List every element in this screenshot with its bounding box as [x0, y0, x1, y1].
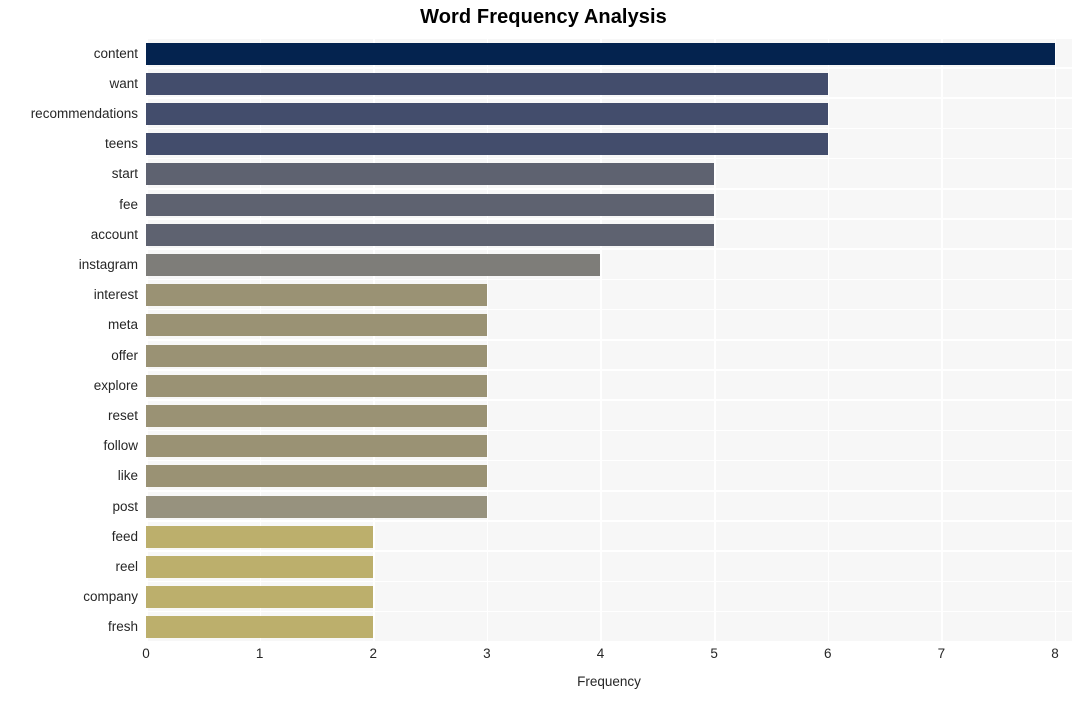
word-frequency-chart: Word Frequency Analysis content want recom…: [0, 0, 1087, 701]
y-axis-label-reel: reel: [115, 559, 138, 574]
bar-row-separator: [146, 97, 1072, 99]
y-axis-labels: content want recommendations teens start fee a…: [0, 37, 138, 641]
bar-row-separator: [146, 278, 1072, 281]
bar-row-separator: [146, 369, 1072, 371]
y-axis-label-company: company: [83, 589, 138, 605]
y-axis-label-recommendations: recommendations: [30, 106, 138, 121]
bar-row-separator: [146, 550, 1072, 552]
bar-row-separator: [146, 308, 1072, 311]
y-axis-label-instagram: instagram: [78, 257, 138, 272]
bar-row-separator: [146, 157, 1072, 160]
x-axis-tick-8: 8: [1051, 646, 1059, 661]
y-axis-label-teens: teens: [104, 136, 138, 152]
y-axis-label-explore: explore: [93, 377, 138, 393]
bar-row-separator: [146, 127, 1072, 130]
bar-company: [146, 586, 374, 609]
x-axis-title: Frequency: [577, 674, 641, 689]
chart-title: Word Frequency Analysis: [420, 6, 667, 28]
bar-feed: [146, 525, 374, 548]
y-axis-label-feed: feed: [111, 528, 138, 544]
bar-teens: [146, 133, 828, 156]
y-axis-label-fee: fee: [119, 196, 138, 212]
x-axis-tick-5: 5: [710, 646, 718, 661]
bar-start: [146, 163, 715, 186]
bar-follow: [146, 435, 487, 458]
bar-account: [146, 223, 715, 246]
y-axis-label-start: start: [111, 166, 138, 182]
plot-area: [146, 37, 1072, 641]
y-axis-label-like: like: [117, 468, 138, 484]
bar-offer: [146, 344, 487, 367]
bar-row-separator: [146, 610, 1072, 613]
bar-instagram: [146, 254, 601, 276]
bar-row-separator: [146, 339, 1072, 341]
y-axis-label-content: content: [93, 45, 138, 61]
x-axis-tick-4: 4: [596, 646, 605, 661]
bar-row-separator: [146, 490, 1072, 492]
x-axis-tick-2: 2: [369, 646, 377, 661]
bar-row-separator: [146, 459, 1072, 462]
x-axis-tick-6: 6: [823, 646, 832, 661]
bar-reset: [146, 405, 487, 427]
bar-fresh: [146, 616, 374, 639]
bar-meta: [146, 314, 487, 337]
y-axis-label-meta: meta: [107, 317, 138, 333]
x-axis-ticks: 0 1 2 3 4 5 6 7 8: [142, 646, 1072, 668]
y-axis-label-fresh: fresh: [107, 619, 138, 635]
bar-post: [146, 495, 487, 518]
bar-recommendations: [146, 103, 828, 125]
x-axis-tick-1: 1: [255, 646, 264, 661]
y-axis-label-want: want: [109, 75, 138, 91]
bar-row-separator: [146, 37, 1072, 39]
bar-row-separator: [146, 580, 1072, 583]
bar-fee: [146, 193, 715, 216]
y-axis-label-post: post: [112, 498, 138, 514]
bar-reel: [146, 556, 374, 578]
bar-row-separator: [146, 520, 1072, 522]
y-axis-label-offer: offer: [111, 347, 138, 363]
bar-row-separator: [146, 429, 1072, 432]
y-axis-label-account: account: [90, 226, 138, 242]
y-axis-label-interest: interest: [93, 287, 138, 303]
bar-row-separator: [146, 218, 1072, 220]
bars-layer: [146, 37, 1072, 641]
bar-want: [146, 72, 828, 95]
bar-content: [146, 42, 1055, 65]
bar-row-separator: [146, 399, 1072, 401]
bar-row-separator: [146, 188, 1072, 190]
bar-interest: [146, 284, 487, 307]
y-axis-label-reset: reset: [107, 408, 138, 423]
bar-row-separator: [146, 67, 1072, 69]
x-axis-tick-0: 0: [142, 646, 150, 661]
bar-row-separator: [146, 248, 1072, 250]
x-axis-tick-3: 3: [483, 646, 491, 661]
bar-explore: [146, 374, 487, 397]
x-axis-tick-7: 7: [937, 646, 946, 661]
y-axis-label-follow: follow: [103, 438, 138, 454]
bar-like: [146, 465, 487, 488]
